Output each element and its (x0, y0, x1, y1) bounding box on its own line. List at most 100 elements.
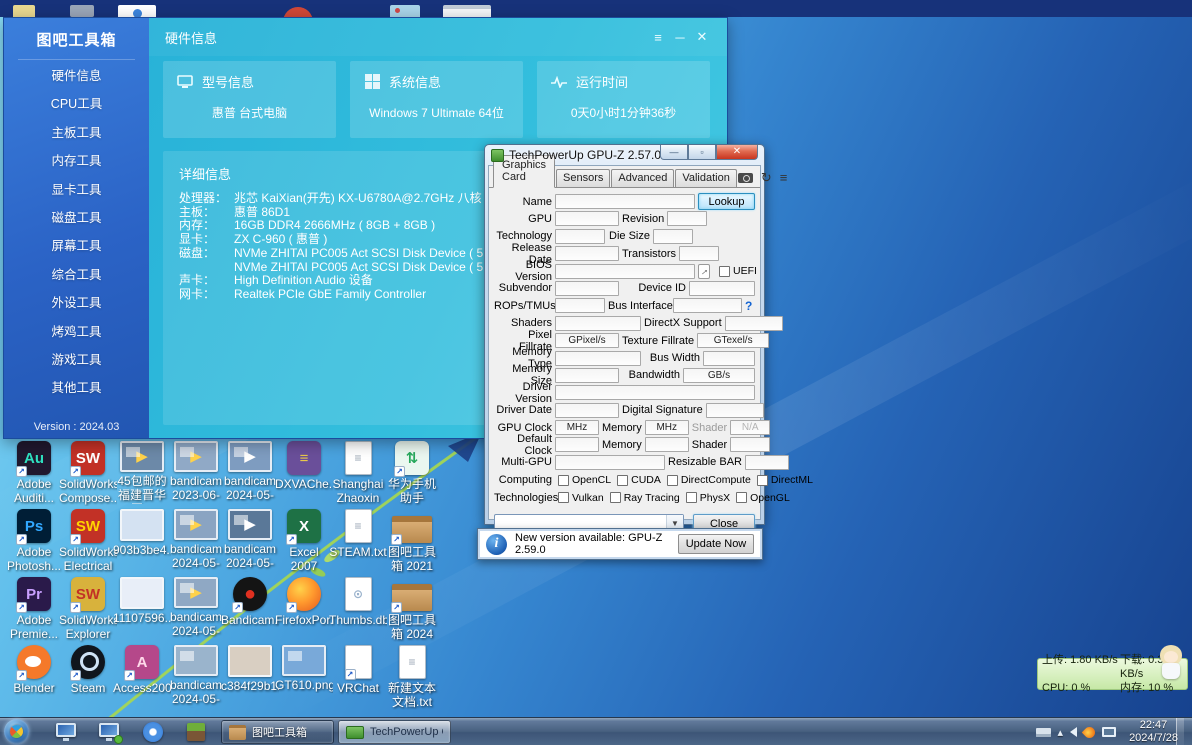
transistors-field[interactable] (679, 246, 719, 262)
desktop-icon[interactable]: ↗ Blender (8, 645, 60, 696)
desktop-icon[interactable]: X ↗ Excel 2007 (278, 509, 330, 574)
sidebar-item[interactable]: 外设工具 (4, 289, 149, 317)
screenshot-camera-icon[interactable] (737, 173, 753, 183)
memory-clock-field[interactable]: MHz (644, 420, 689, 436)
desktop-icon[interactable]: ≡ DXVAChe... (275, 441, 333, 492)
feature-checkbox[interactable]: Ray Tracing (609, 492, 680, 504)
feature-checkbox[interactable]: PhysX (685, 492, 730, 504)
gpu-clock-field[interactable]: MHz (555, 420, 599, 436)
refresh-icon[interactable]: ↻ (761, 171, 772, 184)
default-shader-field[interactable] (730, 437, 771, 453)
desktop-icon[interactable]: ↗ 图吧工具箱 2024 (386, 577, 438, 642)
desktop-icon[interactable]: Pr ↗ Adobe Premie... (8, 577, 60, 642)
desktop-icon[interactable]: SW ↗ SolidWorks Explorer ... (59, 577, 117, 643)
desktop-icon[interactable]: ⊙ Thumbs.db (329, 577, 387, 628)
feature-checkbox[interactable]: OpenCL (558, 474, 611, 486)
desktop-icon[interactable]: ⇅ ↗ 华为手机助手 (386, 441, 438, 506)
desktop-icon[interactable]: ▶ bandicam 2024-05-2... (224, 441, 276, 504)
die-size-field[interactable] (653, 228, 693, 244)
desktop-icon[interactable]: ↗ Steam (62, 645, 114, 696)
default-clock-field[interactable] (555, 437, 599, 453)
share-icon[interactable]: → (697, 263, 711, 279)
desktop-icon[interactable]: A ↗ Access2007 (113, 645, 171, 696)
traffic-monitor-gadget[interactable]: 上传: 1.80 KB/s 下载: 0.32 KB/s CPU: 0 % 内存:… (1037, 654, 1188, 694)
sidebar-item[interactable]: 显卡工具 (4, 176, 149, 204)
tab[interactable]: Validation (675, 169, 737, 187)
desktop-icon[interactable]: ↗ VRChat (332, 645, 384, 696)
help-icon[interactable]: ? (745, 299, 755, 313)
gpuz-close-icon[interactable]: ✕ (716, 145, 758, 160)
desktop-icon[interactable]: c384f29b1... (221, 645, 279, 694)
gpuz-maximize-button[interactable]: ▫ (688, 145, 716, 160)
default-memory-field[interactable] (644, 437, 689, 453)
taskbar-button-gpuz[interactable]: TechPowerUp G... (338, 720, 451, 744)
shaders-field[interactable] (555, 315, 641, 331)
sidebar-item[interactable]: 主板工具 (4, 119, 149, 147)
multi-gpu-field[interactable] (555, 454, 665, 470)
desktop-icon[interactable]: ≡ Shanghai Zhaoxin S... (332, 441, 384, 507)
feature-checkbox[interactable]: OpenGL (736, 492, 790, 504)
desktop-icon[interactable]: bandicam 2024-05-2... (170, 645, 222, 708)
taskbar-icon-chromium[interactable] (142, 721, 164, 743)
revision-field[interactable] (667, 211, 708, 227)
feature-checkbox[interactable]: DirectML (756, 474, 813, 486)
sidebar-item[interactable]: 烤鸡工具 (4, 318, 149, 346)
uefi-checkbox[interactable]: UEFI (719, 265, 757, 277)
sidebar-item[interactable]: 磁盘工具 (4, 204, 149, 232)
toolbox-close-button[interactable]: ✕ (691, 29, 713, 45)
taskbar-icon-remote-desktop[interactable] (55, 721, 77, 743)
desktop-icon[interactable]: SW ↗ SolidWorks Compose... (59, 441, 117, 506)
rops-tmus-field[interactable] (555, 298, 605, 314)
desktop-icon[interactable]: ▶ bandicam 2024-05-2... (170, 509, 222, 572)
memory-type-field[interactable] (555, 350, 641, 366)
bus-width-field[interactable] (703, 350, 755, 366)
tab[interactable]: Advanced (611, 169, 675, 187)
technology-field[interactable] (555, 228, 605, 244)
desktop-icon[interactable]: Ps ↗ Adobe Photosh... (7, 509, 61, 574)
desktop-icon[interactable]: 903b3be4... (113, 509, 171, 558)
desktop-icon[interactable]: GT610.png (275, 645, 333, 693)
feature-checkbox[interactable]: Vulkan (558, 492, 604, 504)
sidebar-item[interactable]: 屏幕工具 (4, 232, 149, 260)
tray-security-icon[interactable] (1081, 724, 1098, 740)
toolbox-menu-icon[interactable]: ≡ (647, 30, 669, 45)
menu-icon[interactable]: ≡ (780, 171, 788, 184)
bandwidth-field[interactable]: GB/s (683, 367, 755, 383)
sidebar-item[interactable]: 硬件信息 (4, 62, 149, 90)
desktop-icon[interactable]: 11107596... (113, 577, 171, 626)
start-button[interactable] (4, 719, 29, 744)
directx-support-field[interactable] (724, 315, 783, 331)
driver-date-field[interactable] (555, 402, 619, 418)
resizable-bar-field[interactable] (744, 454, 789, 470)
desktop-icon[interactable]: ● ↗ Bandicam... (221, 577, 279, 628)
digital-signature-field[interactable] (705, 402, 764, 418)
sidebar-item[interactable]: 综合工具 (4, 261, 149, 289)
sidebar-item[interactable]: CPU工具 (4, 90, 149, 118)
bios-version-field[interactable] (555, 263, 695, 279)
feature-checkbox[interactable]: DirectCompute (666, 474, 751, 486)
desktop-icon[interactable]: ▶ bandicam 2024-05-2... (224, 509, 276, 572)
lookup-button[interactable]: Lookup (698, 193, 755, 210)
show-desktop-button[interactable] (1176, 718, 1184, 745)
tray-keyboard-icon[interactable] (1035, 727, 1051, 737)
desktop-icon[interactable]: ▶ bandicam 2023-06-0... (170, 441, 222, 504)
bus-interface-field[interactable] (673, 298, 742, 314)
tray-network-icon[interactable] (1102, 727, 1117, 737)
gpu-field[interactable] (555, 211, 619, 227)
taskbar-icon-minecraft[interactable] (185, 721, 207, 743)
texture-fillrate-field[interactable]: GTexel/s (697, 333, 770, 349)
tray-show-hidden-icons[interactable]: ▴ (1058, 726, 1064, 739)
desktop-icon[interactable]: ↗ 图吧工具箱 2021 (386, 509, 438, 574)
desktop-icon[interactable]: ▶ 45包邮的福建晋华国... (116, 441, 168, 504)
gpuz-titlebar[interactable]: TechPowerUp GPU-Z 2.57.0 — ▫ ✕ (485, 145, 764, 165)
subvendor-field[interactable] (555, 280, 619, 296)
desktop-icon[interactable]: Au ↗ Adobe Auditi... (8, 441, 60, 506)
update-now-button[interactable]: Update Now (678, 534, 754, 554)
driver-version-field[interactable] (555, 385, 755, 401)
taskbar-clock[interactable]: 22:47 2024/7/28 (1123, 719, 1184, 745)
release-date-field[interactable] (555, 246, 619, 262)
pixel-fillrate-field[interactable]: GPixel/s (555, 333, 619, 349)
sidebar-item[interactable]: 内存工具 (4, 147, 149, 175)
tray-volume-icon[interactable] (1070, 727, 1078, 737)
desktop-icon[interactable]: ≡ STEAM.txt (329, 509, 387, 560)
